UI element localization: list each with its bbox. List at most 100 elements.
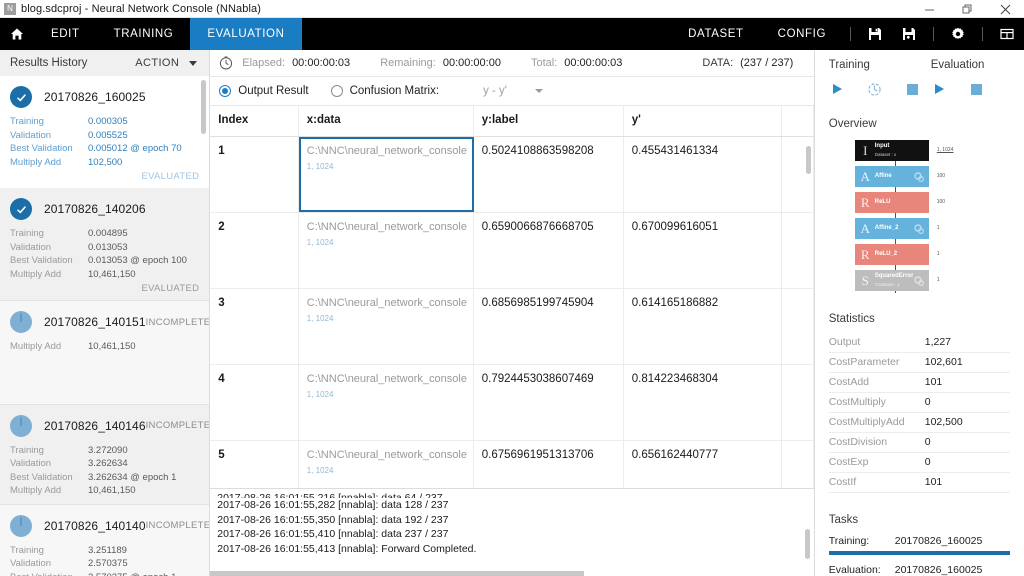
network-node[interactable]: R ReLU_2 [854, 244, 929, 265]
training-stop-icon[interactable] [905, 81, 921, 97]
cell-index[interactable]: 1 [210, 136, 299, 213]
run-headers: Training Evaluation [829, 59, 1010, 71]
settings-gear-icon[interactable] [941, 18, 975, 50]
result-card[interactable]: 20170826_160025 Training 0.000305 Validatio… [0, 76, 210, 188]
view-options-bar: Output Result Confusion Matrix: y - y' [210, 77, 814, 106]
output-result-radio[interactable]: Output Result [219, 85, 309, 97]
xdata-cell-box[interactable]: C:\NNC\neural_network_console 1, 1024 [307, 449, 473, 489]
restore-icon[interactable] [948, 0, 986, 18]
save-icon[interactable] [858, 18, 892, 50]
table-header-row: Index x:data y:label y' [210, 106, 814, 137]
result-card[interactable]: 20170826_140140 INCOMPLETE Training 3.25118… [0, 504, 210, 576]
cell-index[interactable]: 3 [210, 288, 299, 365]
network-node[interactable]: S SquaredError T.Dataset : y [854, 270, 929, 291]
cell-index[interactable]: 4 [210, 364, 299, 441]
sidebar-scrollbar[interactable] [201, 80, 207, 134]
result-stat-row: Validation 3.262634 [10, 457, 199, 471]
xdata-cell-box[interactable]: C:\NNC\neural_network_console 1, 1024 [307, 297, 473, 364]
table-row[interactable]: 4 C:\NNC\neural_network_console 1, 1024 0.7… [210, 364, 814, 441]
cell-ypred[interactable]: 0.614165186882 [623, 288, 782, 365]
result-stat-row: Validation 0.005525 [10, 129, 199, 143]
title-bar: N blog.sdcproj - Neural Network Console … [0, 0, 1024, 18]
node-settings-gear-icon[interactable] [913, 222, 925, 235]
menu-item-evaluation[interactable]: EVALUATION [190, 18, 302, 50]
action-menu-button[interactable]: ACTION [135, 57, 199, 69]
cell-ylabel[interactable]: 0.6590066876668705 [473, 212, 624, 289]
menu-item-edit[interactable]: EDIT [34, 18, 97, 50]
col-header-blank[interactable] [781, 106, 814, 137]
table-row[interactable]: 5 C:\NNC\neural_network_console 1, 1024 0.6… [210, 440, 814, 489]
table-row[interactable]: 1 C:\NNC\neural_network_console 1, 1024 0.5… [210, 136, 814, 213]
statistic-row: CostAdd 101 [828, 373, 1010, 393]
node-settings-gear-icon[interactable] [913, 170, 925, 183]
result-card-header: 20170826_140151 INCOMPLETE [10, 309, 209, 335]
cell-xdata[interactable]: C:\NNC\neural_network_console 1, 1024 [298, 440, 474, 489]
network-node[interactable]: A Affine_2 [854, 218, 929, 239]
cell-blank[interactable] [781, 212, 814, 289]
network-node[interactable]: A Affine [854, 166, 929, 187]
cell-blank[interactable] [781, 440, 814, 488]
training-play-icon[interactable] [829, 81, 845, 97]
app-icon: N [4, 2, 16, 15]
node-settings-gear-icon[interactable] [913, 274, 925, 287]
statistic-key: CostParameter [828, 356, 900, 368]
result-card[interactable]: 20170826_140151 INCOMPLETE Multiply Add 10,… [0, 301, 210, 405]
col-header-xdata[interactable]: x:data [298, 106, 474, 137]
layout-grid-icon[interactable] [990, 18, 1024, 50]
statistics-title: Statistics [828, 313, 875, 325]
minimize-icon[interactable] [910, 0, 948, 18]
log-horizontal-scrollbar[interactable] [210, 571, 585, 576]
evaluation-stop-icon[interactable] [969, 81, 985, 97]
col-header-ypred[interactable]: y' [623, 106, 782, 137]
cell-ylabel[interactable]: 0.6756961951313706 [473, 440, 624, 488]
menu-item-dataset[interactable]: DATASET [671, 18, 761, 50]
matrix-select[interactable]: y - y' [483, 85, 543, 97]
close-icon[interactable] [986, 0, 1024, 18]
cell-blank[interactable] [781, 288, 814, 365]
cell-ylabel[interactable]: 0.7924453038607469 [473, 364, 624, 441]
table-row[interactable]: 3 C:\NNC\neural_network_console 1, 1024 0.6… [210, 288, 814, 365]
cell-index[interactable]: 2 [210, 212, 299, 289]
network-node[interactable]: I Input Dataset : x [854, 140, 929, 161]
col-header-index[interactable]: Index [210, 106, 299, 137]
cell-ypred[interactable]: 0.455431461334 [623, 136, 782, 213]
cell-ypred[interactable]: 0.814223468304 [623, 364, 782, 441]
col-header-ylabel[interactable]: y:label [473, 106, 624, 137]
result-card[interactable]: 20170826_140206 Training 0.004895 Validatio… [0, 188, 210, 301]
evaluation-play-icon[interactable] [931, 81, 947, 97]
xdata-cell-box[interactable]: C:\NNC\neural_network_console 1, 1024 [307, 373, 473, 440]
statistic-key: CostAdd [828, 376, 870, 388]
log-scrollbar[interactable] [804, 529, 810, 559]
data-value: (237 / 237) [740, 57, 794, 69]
cell-xdata[interactable]: C:\NNC\neural_network_console 1, 1024 [298, 288, 474, 365]
cell-xdata[interactable]: C:\NNC\neural_network_console 1, 1024 [298, 136, 474, 213]
remaining-label: Remaining: [380, 57, 436, 69]
table-row[interactable]: 2 C:\NNC\neural_network_console 1, 1024 0.6… [210, 212, 814, 289]
result-card-header: 20170826_160025 [10, 84, 199, 110]
cell-ylabel[interactable]: 0.6856985199745904 [473, 288, 624, 365]
cell-ylabel[interactable]: 0.5024108863598208 [473, 136, 624, 213]
menu-item-config[interactable]: CONFIG [761, 18, 843, 50]
cell-index[interactable]: 5 [210, 440, 299, 488]
cell-xdata[interactable]: C:\NNC\neural_network_console 1, 1024 [298, 212, 474, 289]
node-initial: R [860, 246, 870, 262]
xdata-cell-box[interactable]: C:\NNC\neural_network_console 1, 1024 [298, 136, 474, 212]
cell-ypred[interactable]: 0.670099616051 [623, 212, 782, 289]
cell-ypred[interactable]: 0.656162440777 [623, 440, 782, 488]
network-node[interactable]: R ReLU [854, 192, 929, 213]
node-initial: S [861, 272, 869, 288]
result-stat-row: Best Validation 0.005012 @ epoch 70 [10, 142, 199, 156]
xdata-cell-box[interactable]: C:\NNC\neural_network_console 1, 1024 [307, 221, 473, 288]
training-resume-clock-icon[interactable] [867, 81, 883, 97]
home-icon[interactable] [0, 18, 34, 50]
results-list: 20170826_160025 Training 0.000305 Validatio… [0, 76, 210, 576]
cell-blank[interactable] [781, 364, 814, 441]
save-as-icon[interactable] [892, 18, 926, 50]
network-diagram[interactable]: 1, 1024 I Input Dataset : x 100 A Affine 100 R Re… [854, 140, 1015, 293]
menu-item-training[interactable]: TRAINING [97, 18, 191, 50]
cell-xdata[interactable]: C:\NNC\neural_network_console 1, 1024 [298, 364, 474, 441]
result-card[interactable]: 20170826_140146 INCOMPLETE Training 3.27209… [0, 404, 210, 505]
table-scrollbar[interactable] [805, 146, 811, 174]
radio-off-icon [330, 85, 343, 97]
confusion-matrix-radio[interactable]: Confusion Matrix: [330, 85, 439, 97]
